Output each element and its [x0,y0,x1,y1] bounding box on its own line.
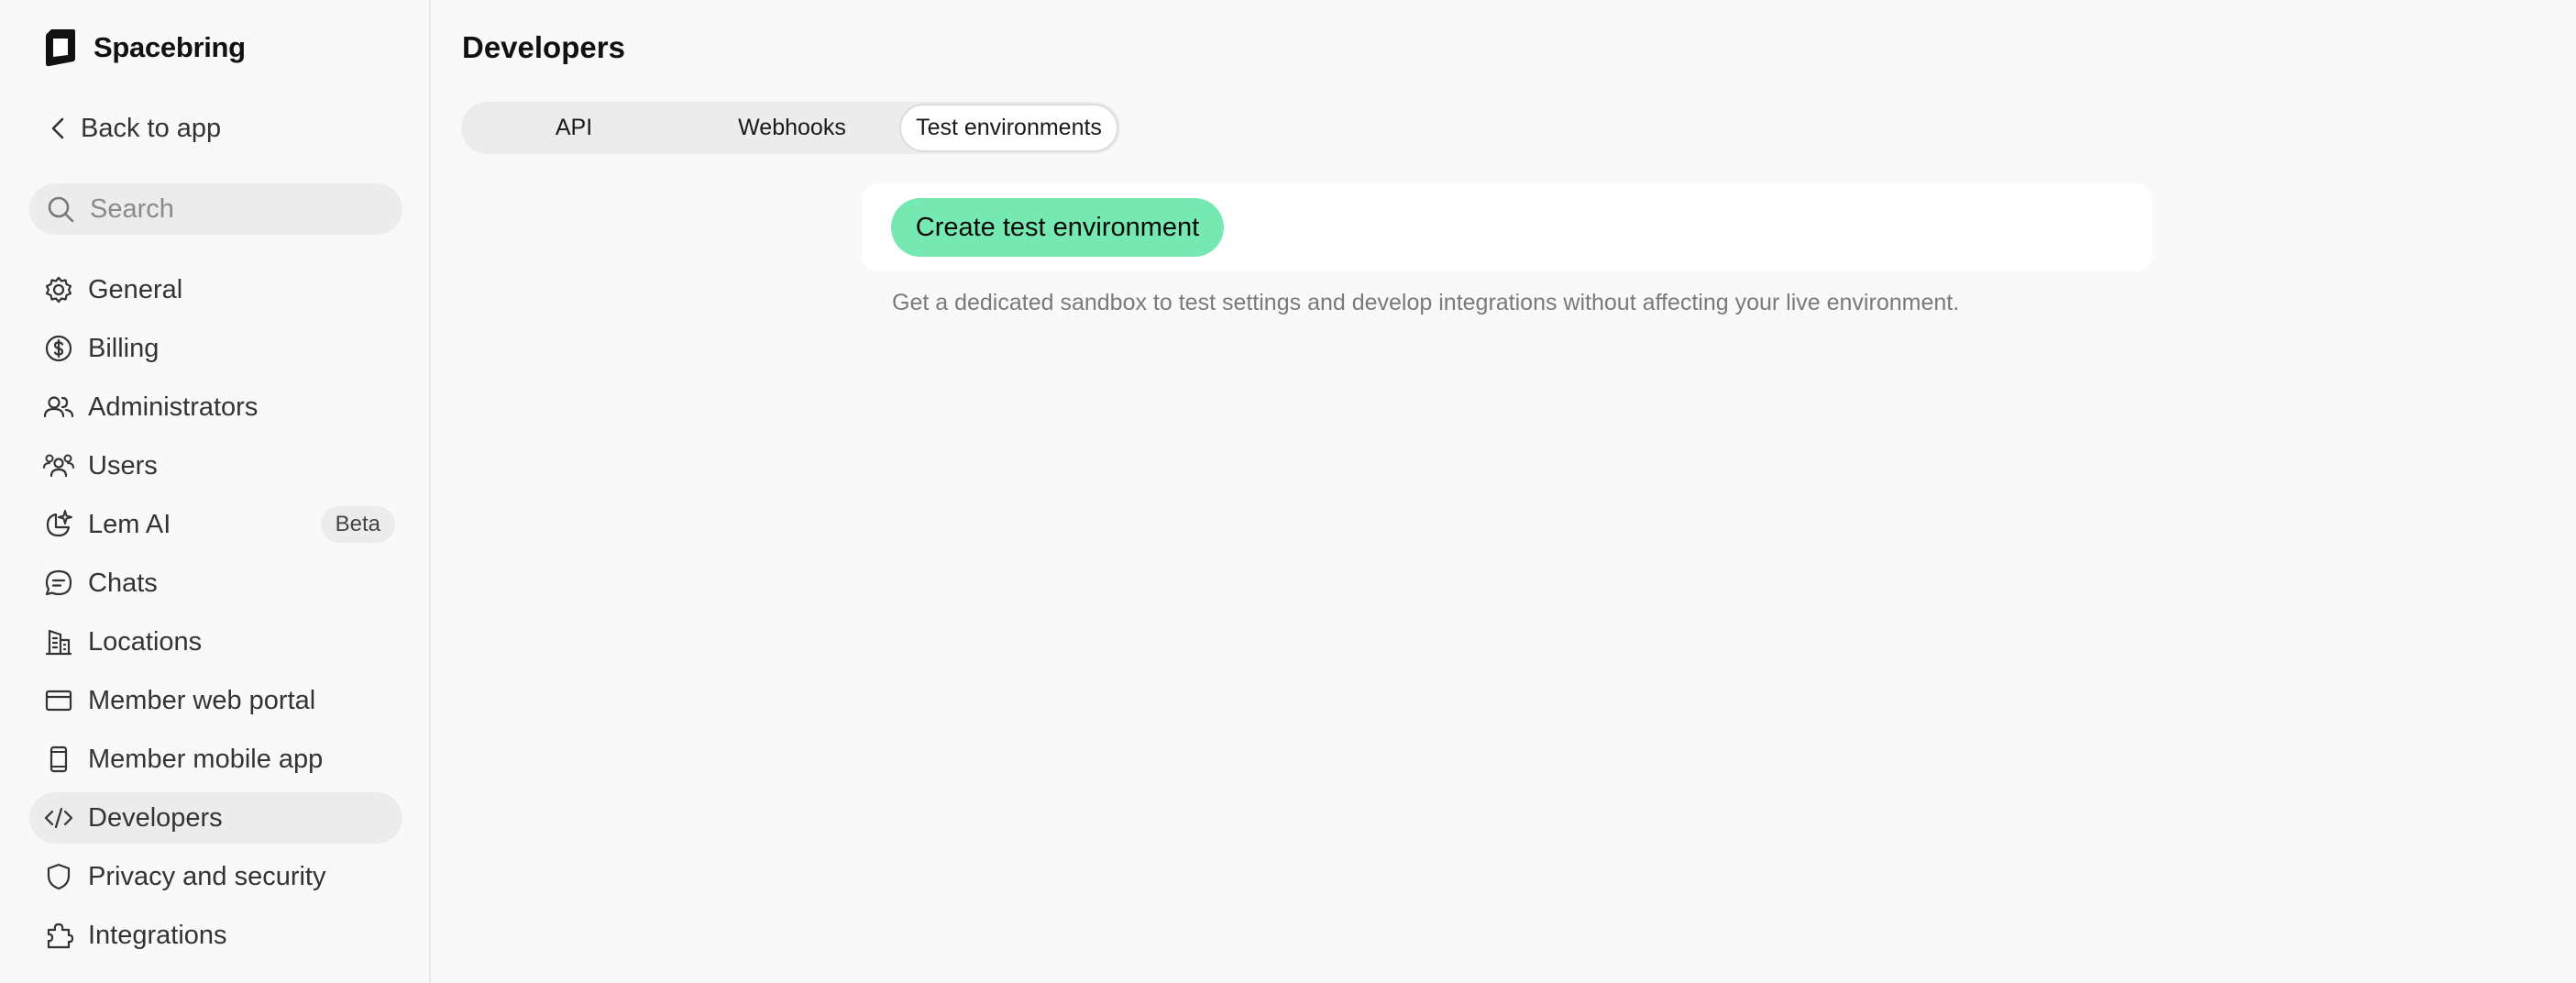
back-to-app-label: Back to app [81,113,222,143]
sidebar-item-label: Member mobile app [88,744,324,774]
back-to-app-link[interactable]: Back to app [42,108,221,149]
sidebar-item-member-web-portal[interactable]: Member web portal [29,675,402,726]
sidebar-item-label: Lem AI [88,509,171,539]
sidebar-item-label: Chats [88,568,158,598]
sidebar-item-privacy-and-security[interactable]: Privacy and security [29,851,402,902]
dollar-circle-icon [42,332,75,365]
sparkle-chart-icon [42,508,75,541]
brand-name: Spacebring [94,31,246,63]
test-environment-hint: Get a dedicated sandbox to test settings… [892,290,1960,315]
search-box [29,183,402,235]
code-icon [42,801,75,834]
puzzle-icon [42,919,75,952]
sidebar-item-member-mobile-app[interactable]: Member mobile app [29,734,402,785]
chat-bubble-icon [42,567,75,600]
sidebar-item-label: Integrations [88,920,227,950]
tab-webhooks[interactable]: Webhooks [683,105,901,150]
test-environment-card: Create test environment [862,183,2152,271]
tab-test-environments[interactable]: Test environments [901,105,1117,150]
developer-tabs: API Webhooks Test environments [461,102,1120,154]
gear-icon [42,273,75,306]
spacebring-logo-icon [42,28,77,68]
sidebar-item-chats[interactable]: Chats [29,558,402,609]
chevron-left-icon [42,112,75,145]
mobile-phone-icon [42,743,75,776]
users-two-icon [42,391,75,424]
building-icon [42,625,75,658]
sidebar-item-integrations[interactable]: Integrations [29,910,402,961]
beta-badge: Beta [320,506,395,543]
sidebar-item-label: Locations [88,626,203,657]
sidebar-item-general[interactable]: General [29,264,402,315]
settings-nav: General Billing Administrators Users Lem… [29,264,402,968]
search-icon [44,193,77,226]
users-group-icon [42,449,75,482]
brand-logo[interactable]: Spacebring [42,26,246,70]
sidebar: Spacebring Back to app General Billing [0,0,431,983]
sidebar-item-label: Billing [88,333,160,363]
shield-icon [42,860,75,893]
sidebar-item-label: Administrators [88,392,259,422]
search-input[interactable] [88,193,394,226]
create-test-environment-button[interactable]: Create test environment [891,198,1224,257]
sidebar-item-label: Users [88,450,158,480]
browser-window-icon [42,684,75,717]
sidebar-item-locations[interactable]: Locations [29,616,402,668]
sidebar-item-label: General [88,274,183,304]
page-title: Developers [462,30,625,64]
sidebar-item-administrators[interactable]: Administrators [29,381,402,433]
sidebar-item-billing[interactable]: Billing [29,323,402,374]
sidebar-item-label: Developers [88,802,223,833]
sidebar-item-developers[interactable]: Developers [29,792,402,844]
sidebar-item-label: Privacy and security [88,861,326,891]
sidebar-item-lem-ai[interactable]: Lem AI Beta [29,499,402,550]
sidebar-item-label: Member web portal [88,685,316,715]
tab-api[interactable]: API [465,105,683,150]
sidebar-item-users[interactable]: Users [29,440,402,492]
